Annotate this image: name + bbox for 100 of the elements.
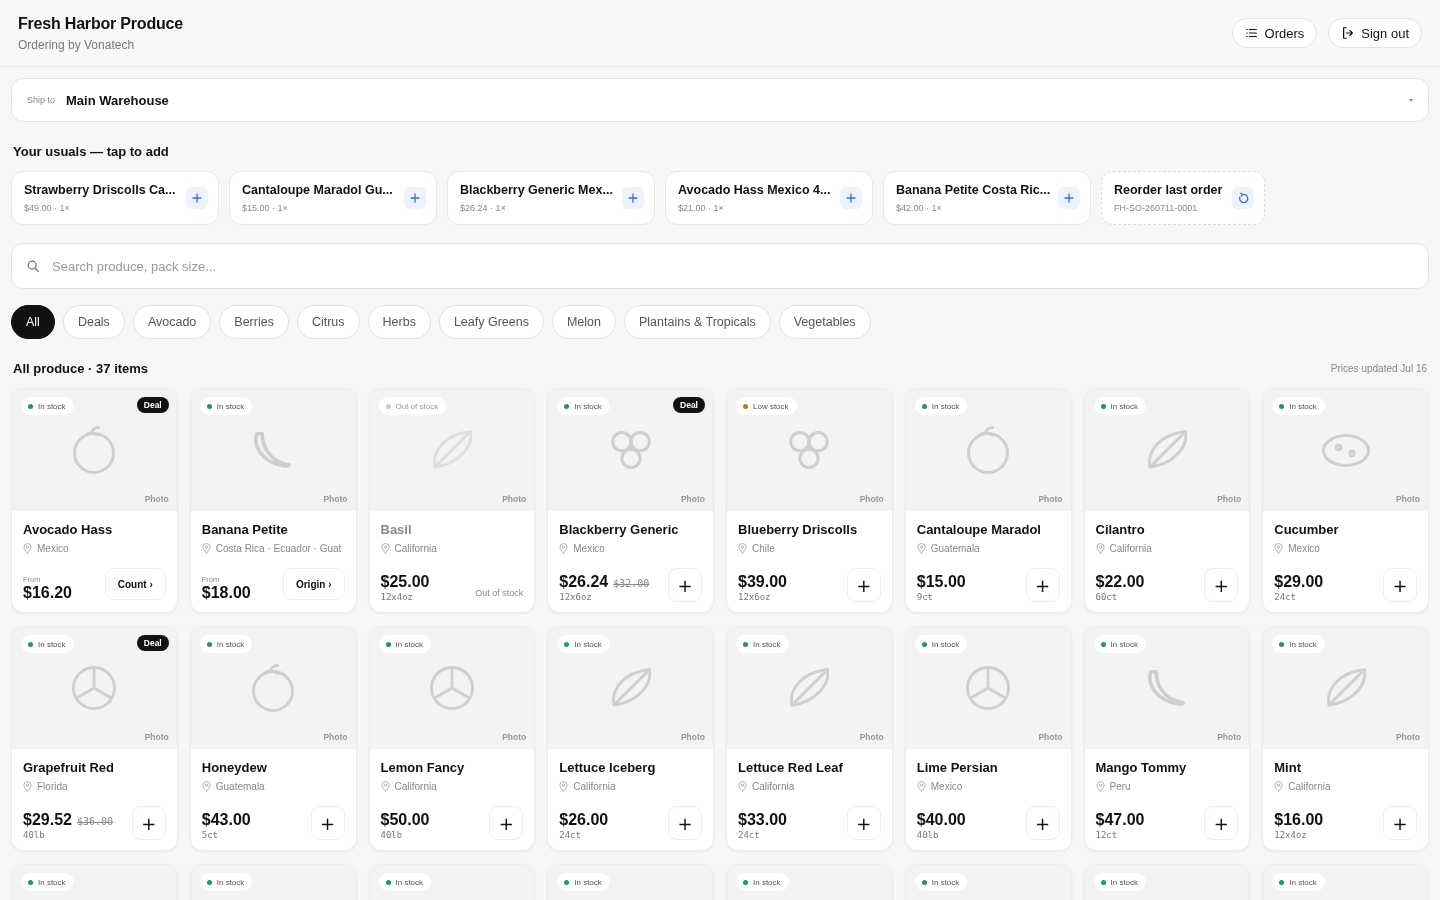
leaf-icon [789, 668, 830, 708]
location-pin-icon [916, 781, 926, 792]
product-name: Cilantro [1095, 522, 1146, 537]
add-to-cart-button[interactable]: + [131, 806, 166, 840]
ship-to-value: Main Warehouse [66, 92, 169, 108]
product-card[interactable]: In stock Photo Lime Persian Mexico $40.00 40lb + [904, 626, 1072, 851]
option-button[interactable]: Count › [104, 568, 166, 600]
filter-chip[interactable]: Plantains & Tropicals [624, 305, 771, 339]
product-card[interactable]: In stock Photo Mango Tommy Peru $47.00 12ct + [1083, 626, 1251, 851]
filter-chip[interactable]: Melon [551, 305, 616, 339]
pack-size: 12ct [1095, 830, 1119, 840]
pack-size: 40lb [23, 830, 46, 840]
add-button[interactable] [404, 187, 426, 209]
option-button[interactable]: Origin › [282, 568, 345, 600]
reorder-card[interactable]: Reorder last order FH-SO-260711-0001 [1101, 171, 1265, 225]
product-card[interactable]: Low stock Photo Blueberry Driscolls Chile $39.00 12x6oz + [726, 388, 893, 613]
product-card[interactable]: In stock [904, 864, 1072, 900]
filter-chip[interactable]: Deals [62, 305, 125, 339]
add-to-cart-button[interactable]: + [668, 568, 702, 602]
product-card[interactable]: In stock [1262, 864, 1429, 900]
add-button[interactable] [840, 187, 862, 209]
product-origin: California [394, 781, 437, 792]
photo-label: Photo [502, 494, 527, 504]
filter-chip[interactable]: Herbs [367, 305, 431, 339]
stock-status: In stock [1289, 639, 1317, 649]
filter-chip[interactable]: Leafy Greens [438, 305, 544, 339]
usual-item-name: Reorder last order [1114, 183, 1224, 197]
product-card[interactable]: In stock Photo Mint California $16.00 12x4oz + [1262, 626, 1429, 851]
photo-label: Photo [1038, 732, 1063, 742]
product-card[interactable]: In stock [189, 864, 357, 900]
product-name: Mango Tommy [1095, 760, 1188, 775]
product-card[interactable]: In stock [547, 864, 714, 900]
usual-item-card[interactable]: Cantaloupe Maradol Gu... $15.00 · 1× [229, 171, 437, 225]
leaf-icon [1325, 668, 1366, 708]
product-card[interactable]: In stock Photo Cucumber Mexico $29.00 24ct + [1262, 388, 1429, 613]
plus-icon [628, 193, 638, 203]
filter-chip[interactable]: Citrus [296, 305, 360, 339]
stock-status: In stock [574, 877, 602, 887]
orders-button[interactable]: Orders [1231, 18, 1318, 48]
product-card[interactable]: In stock [726, 864, 893, 900]
add-to-cart-button[interactable]: + [846, 806, 881, 840]
filter-chip[interactable]: Avocado [132, 305, 212, 339]
product-card[interactable]: In stock Deal Photo Blackberry Generic Mexico $26.24 $32.00 12x6oz + [547, 388, 714, 613]
add-to-cart-button[interactable]: + [668, 806, 702, 840]
usual-item-card[interactable]: Banana Petite Costa Ric... $42.00 · 1× [883, 171, 1091, 225]
add-button[interactable] [186, 187, 208, 209]
filter-chip[interactable]: Vegetables [778, 305, 871, 339]
add-to-cart-button[interactable]: + [489, 806, 524, 840]
product-card[interactable]: In stock [11, 864, 178, 900]
product-card[interactable]: Out of stock Photo Basil California $25.00 12x4oz Out of stock [368, 388, 536, 613]
add-button[interactable] [1058, 187, 1080, 209]
location-pin-icon [738, 543, 747, 554]
app-title: Fresh Harbor Produce [18, 14, 183, 33]
add-to-cart-button[interactable]: + [1204, 568, 1239, 602]
usual-item-detail: $21.00 · 1× [678, 203, 725, 213]
product-card[interactable]: In stock Photo Lettuce Iceberg California $26.00 24ct + [547, 626, 714, 851]
add-to-cart-button[interactable]: + [1204, 806, 1239, 840]
add-to-cart-button[interactable]: + [846, 568, 881, 602]
filter-chip[interactable]: All [11, 305, 55, 339]
location-pin-icon [380, 543, 390, 554]
product-card[interactable]: In stock Photo Cantaloupe Maradol Guatemala $15.00 9ct + [904, 388, 1072, 613]
photo-label: Photo [680, 732, 705, 742]
pack-size: 60ct [1095, 592, 1119, 602]
stock-status: In stock [1110, 877, 1139, 887]
add-to-cart-button[interactable]: + [1025, 806, 1060, 840]
cucumber-icon [1321, 433, 1370, 467]
stock-status: In stock [931, 639, 960, 649]
stock-status: In stock [931, 401, 960, 411]
product-card[interactable]: In stock Photo Lemon Fancy California $50.00 40lb + [368, 626, 536, 851]
plus-icon [1064, 193, 1074, 203]
add-button[interactable] [622, 187, 644, 209]
search-input[interactable]: Search produce, pack size... [50, 257, 1414, 275]
usual-item-card[interactable]: Blackberry Generic Mex... $26.24 · 1× [447, 171, 655, 225]
product-card[interactable]: In stock Photo Cilantro California $22.00 60ct + [1083, 388, 1251, 613]
pack-size: 24ct [559, 830, 582, 840]
usual-item-card[interactable]: Strawberry Driscolls Ca... $49.00 · 1× [11, 171, 219, 225]
ship-to-selector[interactable]: Ship to Main Warehouse [11, 78, 1429, 122]
stock-status: In stock [753, 877, 781, 887]
usual-item-card[interactable]: Avocado Hass Mexico 4... $21.00 · 1× [665, 171, 873, 225]
product-card[interactable]: In stock Photo Honeydew Guatemala $43.00 5ct + [189, 626, 357, 851]
add-to-cart-button[interactable]: + [1025, 568, 1060, 602]
add-to-cart-button[interactable]: + [1383, 806, 1417, 840]
sign-out-button[interactable]: Sign out [1328, 18, 1422, 48]
sign-out-icon [1341, 26, 1356, 40]
filter-chip[interactable]: Berries [219, 305, 289, 339]
deal-badge: Deal [136, 635, 169, 651]
stock-status: Low stock [753, 401, 789, 411]
search-field[interactable]: Search produce, pack size... [11, 243, 1429, 289]
add-to-cart-button[interactable]: + [1383, 568, 1417, 602]
product-card[interactable]: In stock Deal Photo Grapefruit Red Florida $29.52 $36.00 40lb + [11, 626, 178, 851]
product-price: $15.00 [916, 573, 966, 591]
product-card[interactable]: In stock Photo Lettuce Red Leaf California $33.00 24ct + [726, 626, 893, 851]
location-pin-icon [380, 781, 390, 792]
add-to-cart-button[interactable]: + [310, 806, 345, 840]
berries-icon [789, 431, 830, 469]
product-card[interactable]: In stock [368, 864, 536, 900]
reorder-button[interactable] [1232, 187, 1254, 209]
photo-label: Photo [1395, 732, 1420, 742]
location-pin-icon [1095, 781, 1105, 792]
product-card[interactable]: In stock [1083, 864, 1251, 900]
